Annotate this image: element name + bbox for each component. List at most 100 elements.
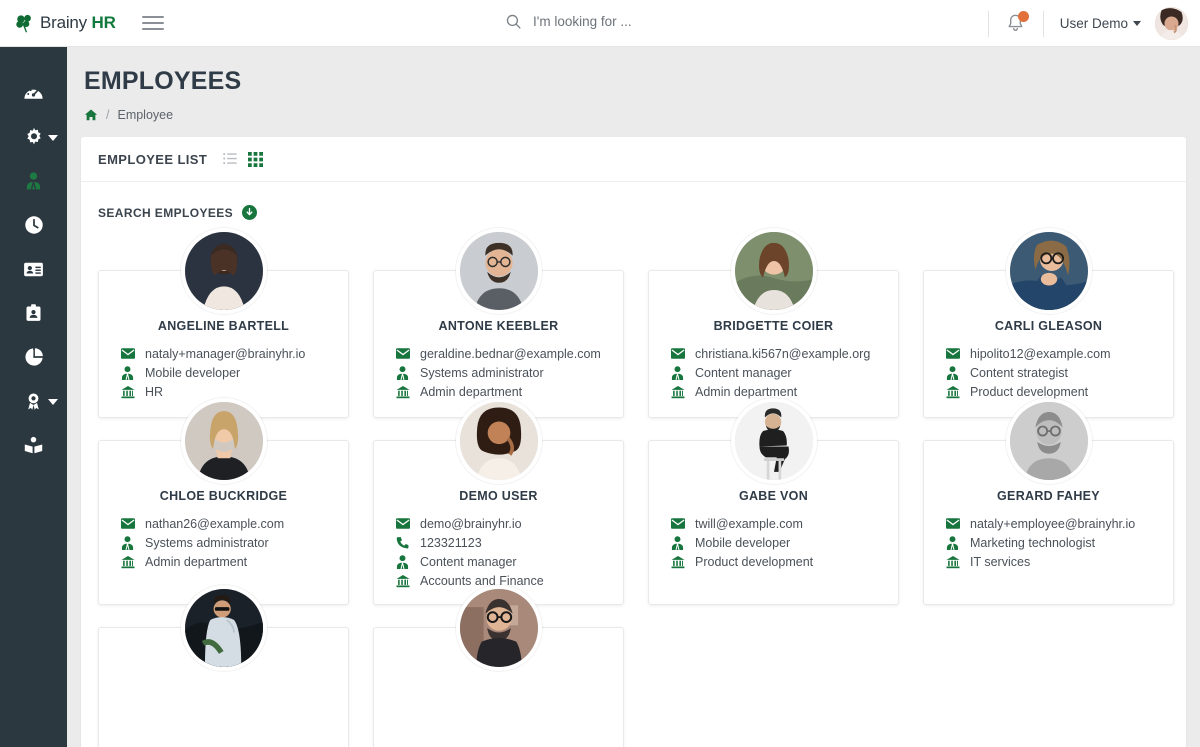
employee-department-row: Product development [945,382,1173,401]
search-icon [506,14,521,29]
employee-card[interactable] [98,585,349,747]
employee-card[interactable] [373,585,624,747]
gauge-icon [24,88,43,99]
employee-phone: 123321123 [420,535,482,550]
employee-role-row: Mobile developer [670,533,898,552]
envelope-icon [120,518,135,529]
sidebar-item-reports[interactable] [0,335,67,379]
panel-header: EMPLOYEE LIST [81,137,1186,182]
employee-department: Admin department [695,384,798,399]
sidebar-item-settings[interactable] [0,115,67,159]
bank-icon [945,555,960,569]
bank-icon [945,385,960,399]
envelope-icon [670,348,685,359]
notifications-button[interactable] [1005,10,1029,36]
avatar [730,398,817,484]
user-menu-label: User Demo [1059,16,1128,31]
envelope-icon [945,348,960,359]
employee-email-row: nataly+manager@brainyhr.io [120,344,348,363]
grid-view-icon[interactable] [248,151,264,167]
clock-icon [24,216,43,234]
employee-card[interactable]: DEMO USER demo@brainyhr.io 123321123 Con… [373,398,624,605]
id-card-icon [24,262,43,276]
employee-email-row: hipolito12@example.com [945,344,1173,363]
employee-department: IT services [970,554,1031,569]
employee-department: HR [145,384,164,399]
search-input[interactable] [533,14,793,29]
sidebar [0,47,67,747]
employee-department: Admin department [420,384,523,399]
employee-role: Content manager [420,554,517,569]
employee-details: geraldine.bednar@example.com Systems adm… [374,344,623,401]
hamburger-icon[interactable] [141,12,164,34]
employee-card[interactable]: CARLI GLEASON hipolito12@example.com Con… [923,228,1174,418]
employee-role-row: Systems administrator [120,533,348,552]
breadcrumb: / Employee [84,108,1200,122]
employee-email: hipolito12@example.com [970,346,1111,361]
employee-name: CHLOE BUCKRIDGE [159,489,288,503]
main-content: EMPLOYEES / Employee EMPLOYEE LIST SEARC… [67,47,1200,747]
employee-card[interactable]: ANGELINE BARTELL nataly+manager@brainyhr… [98,228,349,418]
employee-role: Systems administrator [420,365,544,380]
employee-details: hipolito12@example.com Content strategis… [924,344,1173,401]
employee-role-row: Content manager [670,363,898,382]
hamburger-bar [141,16,164,18]
employee-name: GABE VON [738,489,809,503]
gear-icon [26,127,41,145]
envelope-icon [120,348,135,359]
employee-role-row: Mobile developer [120,363,348,382]
pie-chart-icon [24,348,43,366]
employee-details: nataly+manager@brainyhr.io Mobile develo… [99,344,348,401]
user-tie-icon [120,365,135,380]
employee-department: Accounts and Finance [420,573,544,588]
employee-email: nataly+manager@brainyhr.io [145,346,306,361]
view-toggle-group [223,151,264,167]
envelope-icon [395,518,410,529]
search-employees-toggle[interactable]: SEARCH EMPLOYEES [81,182,1186,220]
employee-email-row: christiana.ki567n@example.org [670,344,898,363]
employee-card[interactable]: GERARD FAHEY nataly+employee@brainyhr.io… [923,398,1174,605]
search-employees-label: SEARCH EMPLOYEES [98,205,234,220]
sidebar-item-training[interactable] [0,423,67,467]
breadcrumb-separator: / [106,108,110,122]
employee-email: geraldine.bednar@example.com [420,346,601,361]
chevron-down-icon [1133,21,1141,26]
home-icon[interactable] [84,108,98,122]
sidebar-item-id-cards[interactable] [0,247,67,291]
sidebar-item-awards[interactable] [0,379,67,423]
employee-email-row: geraldine.bednar@example.com [395,344,623,363]
clover-icon [16,14,31,32]
sidebar-item-dashboard[interactable] [0,71,67,115]
employee-card[interactable]: BRIDGETTE COIER christiana.ki567n@exampl… [648,228,899,418]
employee-name: CARLI GLEASON [994,319,1103,333]
bank-icon [670,555,685,569]
hamburger-bar [141,22,164,24]
employee-role: Mobile developer [145,365,241,380]
breadcrumb-current: Employee [117,108,174,122]
avatar[interactable] [1155,7,1188,40]
global-search[interactable] [505,13,793,30]
avatar [455,228,542,314]
sidebar-item-time-tracking[interactable] [0,203,67,247]
avatar [1005,228,1092,314]
user-tie-icon [120,535,135,550]
employee-card[interactable]: ANTONE KEEBLER geraldine.bednar@example.… [373,228,624,418]
employee-department-row: Admin department [120,552,348,571]
user-menu[interactable]: User Demo [1060,16,1141,31]
list-view-icon[interactable] [223,152,238,166]
circle-arrow-down-icon[interactable] [242,205,258,220]
employee-role: Mobile developer [695,535,791,550]
badge-icon [26,304,41,321]
user-tie-icon [395,554,410,569]
bank-icon [395,574,410,588]
brand-logo[interactable]: Brainy HR [14,0,116,47]
sidebar-item-employees[interactable] [0,159,67,203]
sidebar-item-badges[interactable] [0,291,67,335]
employee-card[interactable]: CHLOE BUCKRIDGE nathan26@example.com Sys… [98,398,349,605]
employee-name: ANGELINE BARTELL [157,319,290,333]
user-avatar [1155,7,1188,40]
employee-card[interactable]: GABE VON twill@example.com Mobile develo… [648,398,899,605]
user-tie-icon [670,365,685,380]
employee-details: christiana.ki567n@example.org Content ma… [649,344,898,401]
bank-icon [120,555,135,569]
